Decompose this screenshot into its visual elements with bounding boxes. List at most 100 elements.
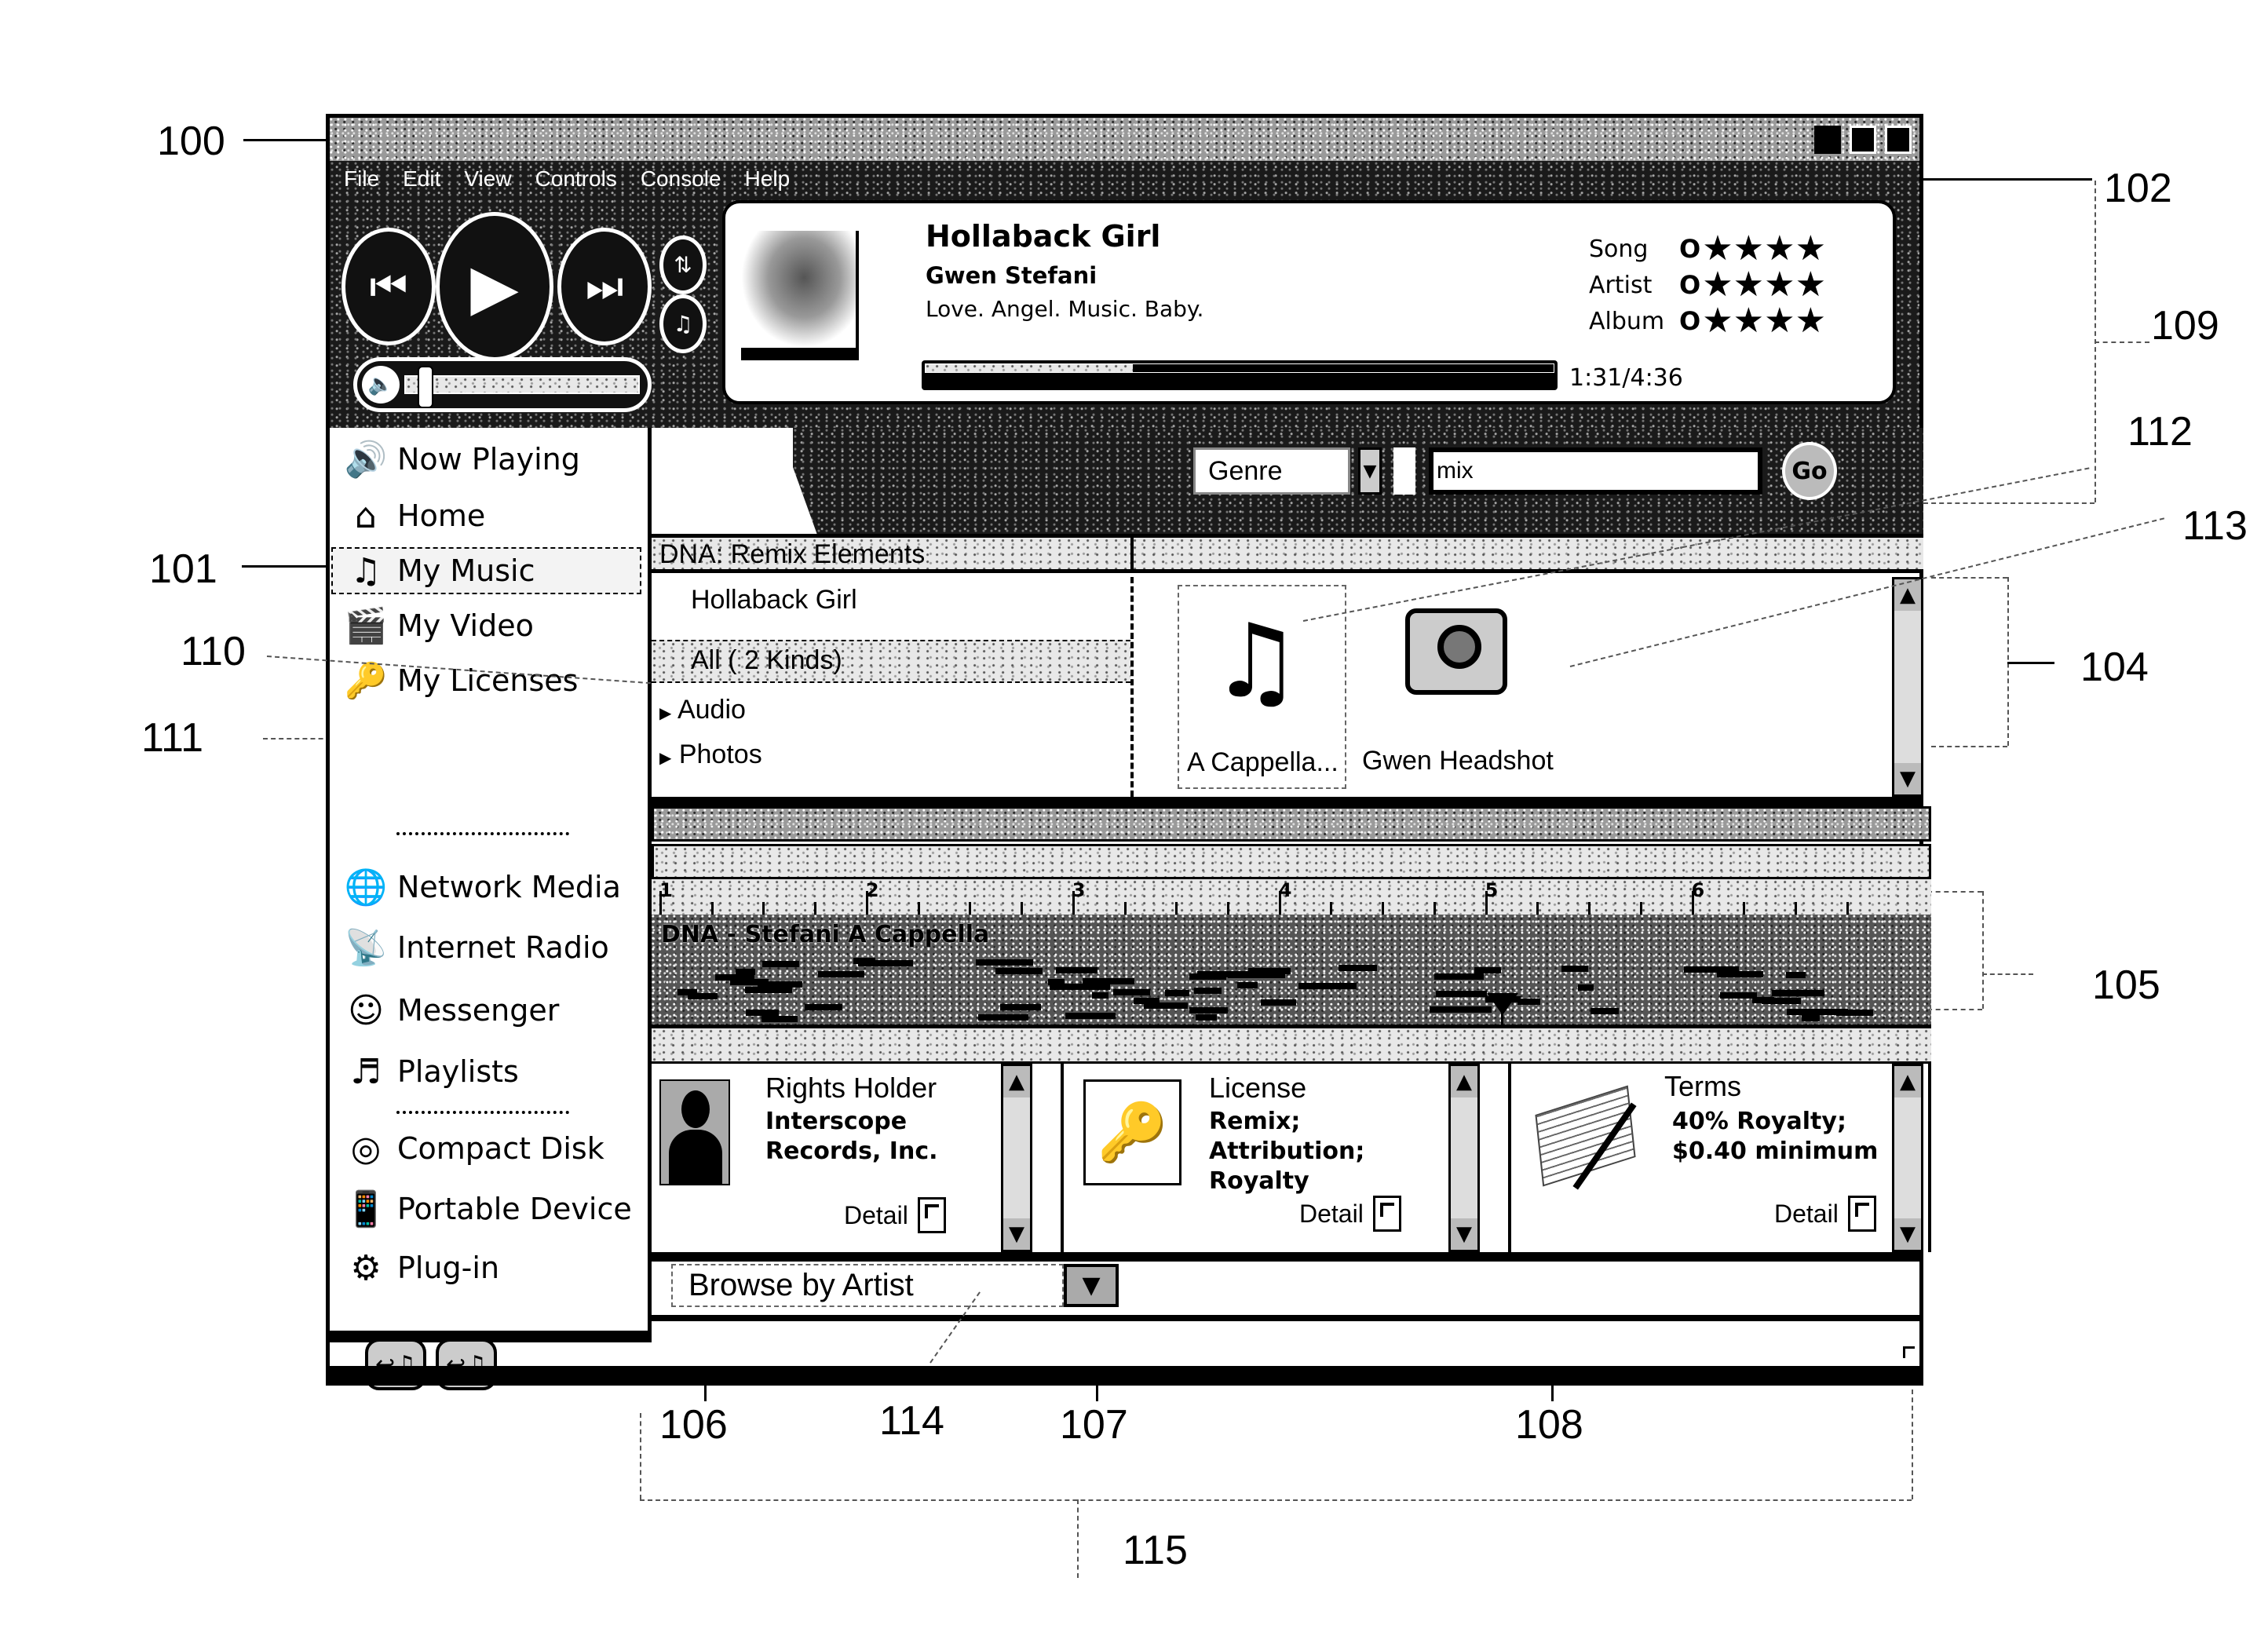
leader-line-105 bbox=[1982, 973, 2033, 975]
rewind-icon: ⏮ bbox=[369, 261, 408, 311]
sidebar-item-my-music[interactable]: ♫ My Music bbox=[331, 547, 641, 594]
scroll-up-icon[interactable]: ▲ bbox=[1451, 1066, 1477, 1097]
ruler-tick bbox=[1330, 902, 1333, 915]
scroll-up-icon[interactable]: ▲ bbox=[1894, 1066, 1921, 1097]
license-panel: 🔑 License Remix; Attribution; Royalty Deta… bbox=[1064, 1064, 1511, 1252]
playhead-marker-icon[interactable] bbox=[1487, 993, 1519, 1015]
waveform-segment bbox=[761, 1016, 798, 1023]
star-icon[interactable]: ★ bbox=[1764, 304, 1795, 338]
star-icon[interactable]: ★ bbox=[1733, 232, 1764, 266]
ruler-tick bbox=[865, 891, 868, 915]
waveform-track[interactable]: DNA - Stefani A Cappella bbox=[652, 915, 1931, 1024]
sidebar-item-network-media[interactable]: 🌐 Network Media bbox=[344, 864, 621, 911]
star-icon[interactable]: ★ bbox=[1764, 232, 1795, 266]
star-icon[interactable]: ★ bbox=[1795, 304, 1826, 338]
license-detail-button[interactable]: Detail bbox=[1299, 1196, 1401, 1232]
tree-item-audio-label: Audio bbox=[677, 695, 746, 725]
leader-line-109 bbox=[2095, 341, 2149, 343]
title-bar[interactable] bbox=[330, 118, 1919, 161]
volume-slider-thumb[interactable] bbox=[417, 366, 433, 408]
menu-help[interactable]: Help bbox=[745, 166, 791, 192]
license-scrollbar[interactable]: ▲ ▼ bbox=[1448, 1064, 1480, 1252]
sidebar-item-messenger[interactable]: ☺ Messenger bbox=[344, 987, 559, 1034]
tree-item-audio[interactable]: ▶ Audio bbox=[659, 695, 746, 725]
sidebar-item-portable-device[interactable]: 📱 Portable Device bbox=[344, 1185, 632, 1233]
callout-110: 110 bbox=[181, 629, 246, 674]
sidebar-item-home[interactable]: ⌂ Home bbox=[344, 492, 485, 539]
star-icon[interactable]: ★ bbox=[1702, 304, 1733, 338]
menu-file[interactable]: File bbox=[344, 166, 379, 192]
timeline-ruler[interactable]: 123456 bbox=[652, 879, 1931, 915]
sidebar-item-internet-radio[interactable]: 📡 Internet Radio bbox=[344, 924, 609, 971]
star-icon[interactable]: ★ bbox=[1702, 232, 1733, 266]
browse-dropdown-button[interactable]: ▼ bbox=[1064, 1264, 1119, 1307]
scroll-up-icon[interactable]: ▲ bbox=[1003, 1066, 1030, 1097]
close-button[interactable] bbox=[1885, 126, 1912, 154]
category-select[interactable]: Genre bbox=[1193, 447, 1350, 495]
progress-bar[interactable] bbox=[922, 360, 1558, 390]
callout-113: 113 bbox=[2182, 503, 2248, 549]
category-dropdown-button[interactable]: ▼ bbox=[1358, 447, 1382, 495]
browse-select[interactable]: Browse by Artist bbox=[671, 1264, 1064, 1307]
media-item-a-cappella[interactable]: ♫ A Cappella... bbox=[1178, 585, 1346, 789]
star-icon[interactable]: ★ bbox=[1764, 268, 1795, 302]
scroll-down-icon[interactable]: ▼ bbox=[1451, 1218, 1477, 1250]
tree-all-row[interactable]: All ( 2 Kinds) bbox=[652, 640, 1130, 683]
tree-root[interactable]: Hollaback Girl bbox=[691, 585, 857, 615]
sidebar-item-playlists[interactable]: ♬ Playlists bbox=[344, 1048, 519, 1095]
chevron-down-icon: ▼ bbox=[1363, 461, 1377, 481]
waveform-segment bbox=[1517, 999, 1541, 1006]
menu-controls[interactable]: Controls bbox=[535, 166, 617, 192]
resize-grip-icon[interactable] bbox=[1903, 1346, 1915, 1358]
ruler-tick bbox=[1536, 902, 1539, 915]
minimize-button[interactable] bbox=[1814, 126, 1841, 154]
sidebar-item-now-playing[interactable]: 🔊 Now Playing bbox=[344, 436, 580, 483]
waveform-segment bbox=[1189, 1006, 1229, 1013]
shuffle-button[interactable]: ⇅ bbox=[659, 236, 707, 294]
media-item-gwen-headshot[interactable]: Gwen Headshot bbox=[1358, 585, 1554, 789]
star-icon[interactable]: ★ bbox=[1733, 268, 1764, 302]
search-input[interactable] bbox=[1429, 447, 1762, 495]
clear-rating-icon[interactable]: O bbox=[1679, 270, 1700, 300]
sidebar-item-label: Now Playing bbox=[397, 442, 580, 477]
sidebar-item-compact-disk[interactable]: ◎ Compact Disk bbox=[344, 1125, 604, 1172]
star-icon[interactable]: ★ bbox=[1733, 304, 1764, 338]
callout-114: 114 bbox=[879, 1398, 944, 1444]
tree-item-photos[interactable]: ▶ Photos bbox=[659, 740, 762, 770]
terms-detail-button[interactable]: Detail bbox=[1774, 1196, 1876, 1232]
scroll-down-icon[interactable]: ▼ bbox=[1894, 763, 1921, 794]
star-icon[interactable]: ★ bbox=[1702, 268, 1733, 302]
clear-rating-icon[interactable]: O bbox=[1679, 234, 1700, 264]
menu-console[interactable]: Console bbox=[641, 166, 721, 192]
terms-scrollbar[interactable]: ▲ ▼ bbox=[1892, 1064, 1923, 1252]
sidebar-separator bbox=[396, 1111, 569, 1114]
splitter[interactable] bbox=[652, 797, 1923, 806]
scroll-down-icon[interactable]: ▼ bbox=[1003, 1218, 1030, 1250]
menu-view[interactable]: View bbox=[464, 166, 511, 192]
previous-button[interactable]: ⏮ bbox=[341, 228, 436, 345]
rights-holder-scrollbar[interactable]: ▲ ▼ bbox=[1001, 1064, 1032, 1252]
volume-speaker-icon[interactable]: 🔈 bbox=[362, 366, 400, 404]
sidebar-item-plug-in[interactable]: ⚙ Plug-in bbox=[344, 1244, 499, 1291]
sidebar-item-my-video[interactable]: 🎬 My Video bbox=[344, 602, 534, 649]
sidebar-item-label: Compact Disk bbox=[397, 1131, 604, 1166]
go-button[interactable]: Go bbox=[1782, 442, 1837, 500]
scroll-down-icon[interactable]: ▼ bbox=[1894, 1218, 1921, 1250]
play-button[interactable]: ▶ bbox=[436, 212, 553, 361]
maximize-button[interactable] bbox=[1850, 126, 1876, 154]
bracket-115-right bbox=[1912, 1390, 1913, 1499]
document-icon bbox=[917, 1197, 946, 1233]
star-icon[interactable]: ★ bbox=[1795, 268, 1826, 302]
mute-button[interactable]: ♫ bbox=[659, 294, 707, 353]
rights-holder-detail-button[interactable]: Detail bbox=[844, 1197, 946, 1233]
dna-browser-scrollbar[interactable]: ▲ ▼ bbox=[1892, 577, 1923, 797]
waveform-segment bbox=[1261, 999, 1297, 1006]
waveform-segment bbox=[735, 968, 755, 975]
waveform-segment bbox=[1047, 978, 1065, 985]
star-icon[interactable]: ★ bbox=[1795, 232, 1826, 266]
menu-edit[interactable]: Edit bbox=[403, 166, 440, 192]
volume-slider-track[interactable] bbox=[404, 375, 640, 394]
clear-rating-icon[interactable]: O bbox=[1679, 306, 1700, 336]
next-button[interactable]: ⏭ bbox=[557, 228, 652, 345]
detail-label: Detail bbox=[1299, 1199, 1364, 1228]
